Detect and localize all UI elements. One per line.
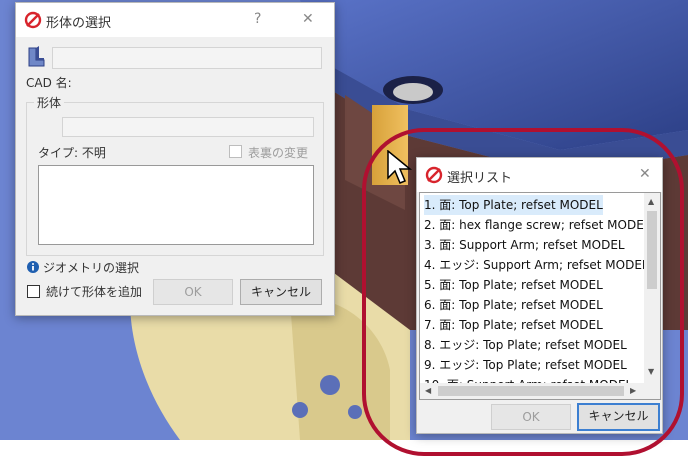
- shape-name-field[interactable]: [52, 47, 322, 69]
- shape-group-label: 形体: [34, 94, 65, 111]
- continue-add-label: 続けて形体を追加: [46, 285, 143, 299]
- flip-side-checkbox[interactable]: [229, 145, 242, 158]
- highlight-annotation-ellipse: [362, 128, 684, 456]
- continue-add-checkbox[interactable]: [27, 285, 40, 298]
- info-icon: [27, 261, 39, 273]
- shape-type-icon: [28, 46, 45, 67]
- cad-name-label: CAD 名:: [26, 76, 72, 90]
- shape-value-field[interactable]: [62, 117, 314, 137]
- flip-side-label: 表裏の変更: [248, 146, 309, 160]
- cancel-button[interactable]: キャンセル: [240, 279, 322, 305]
- close-button[interactable]: ✕: [302, 11, 314, 27]
- shape-list-box[interactable]: [38, 165, 314, 245]
- geometry-selection-label: ジオメトリの選択: [43, 261, 140, 275]
- shape-dialog-titlebar[interactable]: 形体の選択 ? ✕: [16, 3, 334, 37]
- shape-selection-dialog: 形体の選択 ? ✕ CAD 名: 形体 タイプ: 不明 表裏の変更 ジオメトリの…: [15, 2, 335, 316]
- app-logo-icon: [24, 11, 42, 29]
- shape-dialog-title: 形体の選択: [46, 16, 112, 31]
- help-button[interactable]: ?: [254, 11, 261, 27]
- ok-button[interactable]: OK: [153, 279, 233, 305]
- type-label: タイプ: 不明: [38, 146, 106, 160]
